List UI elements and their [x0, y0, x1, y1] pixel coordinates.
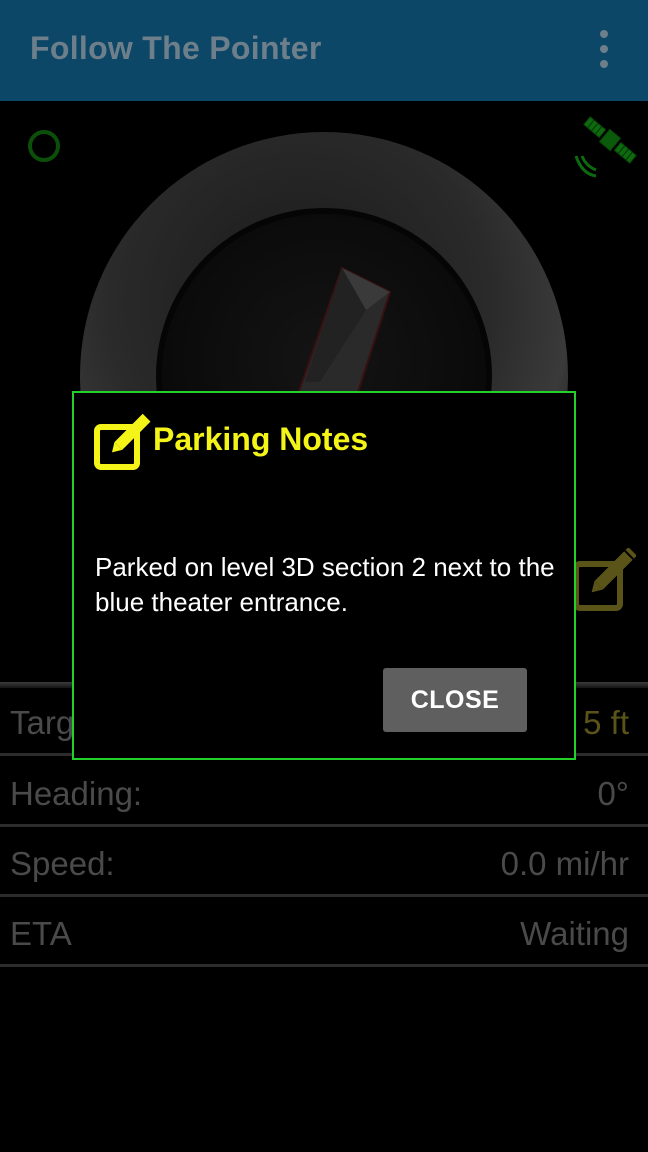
dialog-message: Parked on level 3D section 2 next to the…	[95, 552, 555, 617]
dialog-scrim[interactable]: Parking Notes Parked on level 3D section…	[0, 0, 648, 1152]
close-button[interactable]: CLOSE	[383, 668, 527, 732]
dialog-title: Parking Notes	[153, 421, 369, 457]
parking-notes-dialog: Parking Notes Parked on level 3D section…	[72, 391, 576, 760]
edit-icon	[94, 413, 151, 470]
